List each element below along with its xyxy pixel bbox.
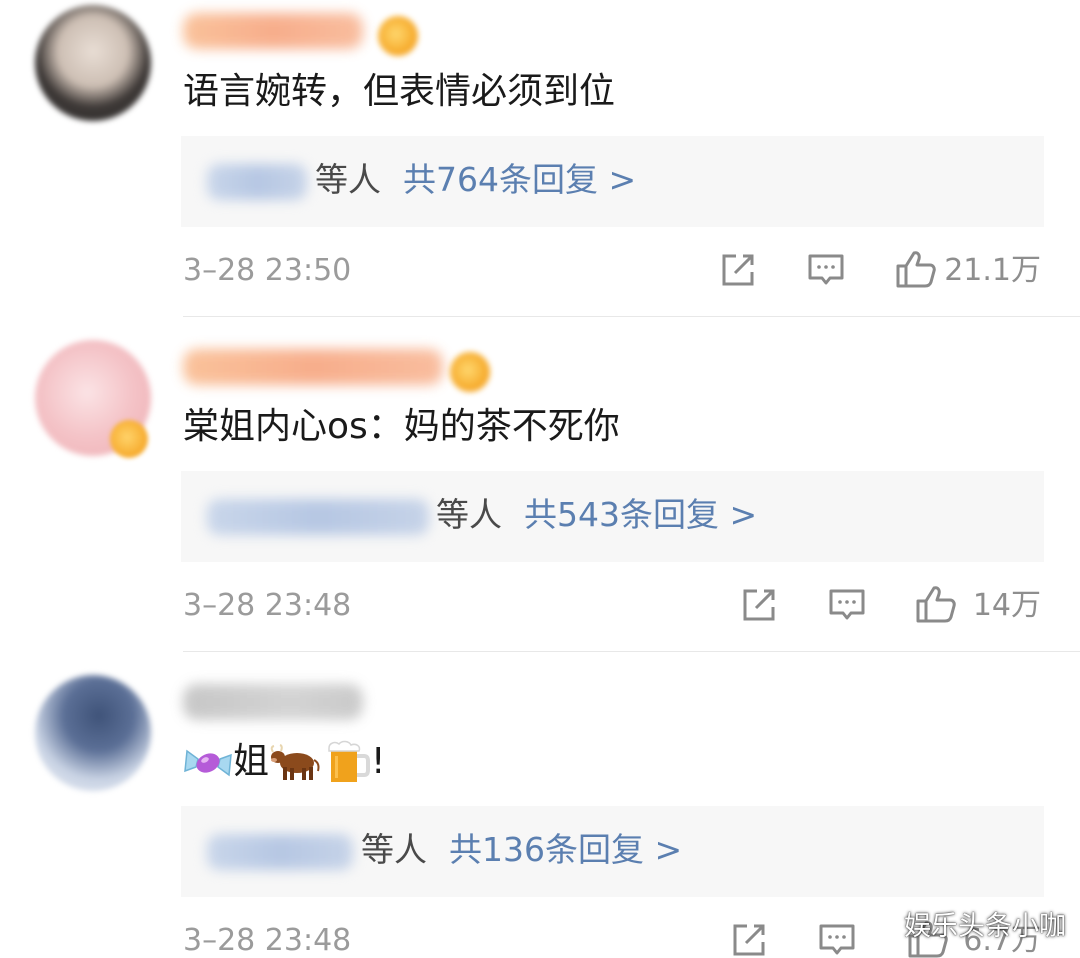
comment-icon[interactable] bbox=[818, 921, 856, 958]
comment-text: 姐 ! bbox=[183, 740, 385, 786]
comment-text: 棠姐内心os：妈的茶不死你 bbox=[183, 406, 620, 447]
divider bbox=[183, 316, 1080, 317]
reply-summary-text: 等人 共543条回复 > bbox=[436, 493, 757, 537]
reply-summary[interactable]: 等人 共543条回复 > bbox=[181, 471, 1044, 562]
vip-badge-icon bbox=[378, 16, 418, 56]
comment-text: 语言婉转，但表情必须到位 bbox=[183, 71, 616, 112]
comment-item: 棠姐内心os：妈的茶不死你 等人 共543条回复 > 3–28 23:48 14… bbox=[0, 335, 1080, 670]
reply-total-link[interactable]: 共543条回复 > bbox=[524, 495, 757, 534]
watermark: 娱乐头条小咖 bbox=[904, 911, 1066, 942]
comment-text-part: 姐 bbox=[233, 741, 270, 782]
reply-total-link[interactable]: 共764条回复 > bbox=[403, 160, 636, 199]
comment-meta: 3–28 23:50 21.1万 bbox=[183, 245, 1043, 295]
avatar[interactable] bbox=[35, 5, 151, 121]
like-count: 14万 bbox=[972, 588, 1041, 623]
comment-item: 语言婉转，但表情必须到位 等人 共764条回复 > 3–28 23:50 21.… bbox=[0, 0, 1080, 335]
share-icon[interactable] bbox=[719, 251, 757, 289]
comment-meta: 3–28 23:48 14万 bbox=[183, 580, 1043, 630]
reply-summary[interactable]: 等人 共764条回复 > bbox=[181, 136, 1044, 227]
reply-usernames[interactable] bbox=[207, 164, 307, 200]
like-icon[interactable] bbox=[895, 249, 937, 289]
reply-others-label: 等人 bbox=[361, 830, 427, 869]
username[interactable] bbox=[183, 349, 443, 385]
comment-text-part: ! bbox=[371, 741, 386, 782]
username[interactable] bbox=[183, 13, 363, 49]
reply-usernames[interactable] bbox=[207, 834, 353, 870]
comment-list: 语言婉转，但表情必须到位 等人 共764条回复 > 3–28 23:50 21.… bbox=[0, 0, 1080, 958]
vip-badge-icon bbox=[450, 352, 490, 392]
share-icon[interactable] bbox=[740, 586, 778, 624]
reply-summary-text: 等人 共764条回复 > bbox=[315, 158, 636, 202]
reply-usernames[interactable] bbox=[207, 499, 429, 535]
timestamp: 3–28 23:48 bbox=[183, 588, 352, 623]
avatar-badge-icon bbox=[110, 420, 148, 458]
avatar[interactable] bbox=[35, 675, 151, 791]
comment-icon[interactable] bbox=[807, 251, 845, 289]
like-icon[interactable] bbox=[915, 584, 957, 624]
timestamp: 3–28 23:50 bbox=[183, 253, 352, 288]
beer-emoji bbox=[328, 740, 371, 782]
reply-others-label: 等人 bbox=[436, 495, 502, 534]
like-count: 21.1万 bbox=[944, 253, 1041, 288]
timestamp: 3–28 23:48 bbox=[183, 923, 352, 958]
reply-summary-text: 等人 共136条回复 > bbox=[361, 828, 682, 872]
username[interactable] bbox=[183, 684, 363, 720]
divider bbox=[183, 651, 1080, 652]
candy-emoji bbox=[184, 749, 232, 777]
reply-total-link[interactable]: 共136条回复 > bbox=[449, 830, 682, 869]
share-icon[interactable] bbox=[730, 921, 768, 958]
reply-others-label: 等人 bbox=[315, 160, 381, 199]
comment-icon[interactable] bbox=[828, 586, 866, 624]
ox-emoji bbox=[270, 744, 320, 780]
reply-summary[interactable]: 等人 共136条回复 > bbox=[181, 806, 1044, 897]
